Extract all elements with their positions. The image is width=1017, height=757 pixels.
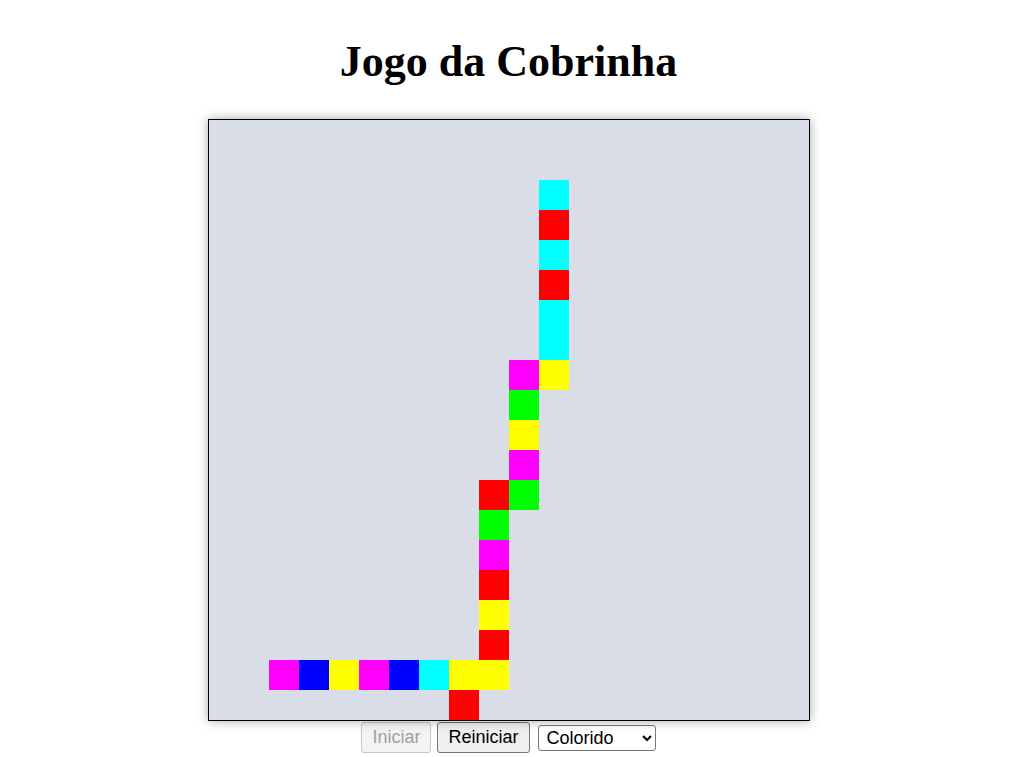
- mode-select[interactable]: Colorido: [538, 725, 656, 751]
- snake-segment: [449, 690, 479, 720]
- control-button[interactable]: Reiniciar: [437, 722, 529, 753]
- snake-segment: [359, 660, 389, 690]
- snake-segment: [479, 540, 509, 570]
- snake-segment: [479, 570, 509, 600]
- snake-segment: [509, 480, 539, 510]
- snake-segment: [389, 660, 419, 690]
- snake-segment: [509, 360, 539, 390]
- snake-segment: [539, 240, 569, 270]
- snake-segment: [449, 660, 479, 690]
- snake-segment: [509, 450, 539, 480]
- snake-segment: [539, 180, 569, 210]
- snake-segment: [539, 360, 569, 390]
- snake-segment: [479, 510, 509, 540]
- control-button: Iniciar: [361, 722, 431, 753]
- page: Jogo da Cobrinha IniciarReiniciar Colorido: [0, 0, 1017, 753]
- snake-segment: [479, 480, 509, 510]
- snake-segment: [299, 660, 329, 690]
- snake-segment: [479, 600, 509, 630]
- snake-segment: [509, 420, 539, 450]
- snake-segment: [269, 660, 299, 690]
- snake-segment: [539, 300, 569, 330]
- snake-segment: [479, 630, 509, 660]
- snake-segment: [509, 390, 539, 420]
- snake-segment: [419, 660, 449, 690]
- snake-segment: [539, 270, 569, 300]
- controls: IniciarReiniciar Colorido: [361, 722, 655, 753]
- page-title: Jogo da Cobrinha: [340, 0, 677, 88]
- snake-segment: [539, 330, 569, 360]
- snake-segment: [479, 660, 509, 690]
- snake-segment: [539, 210, 569, 240]
- game-board[interactable]: [208, 119, 810, 721]
- snake-segment: [329, 660, 359, 690]
